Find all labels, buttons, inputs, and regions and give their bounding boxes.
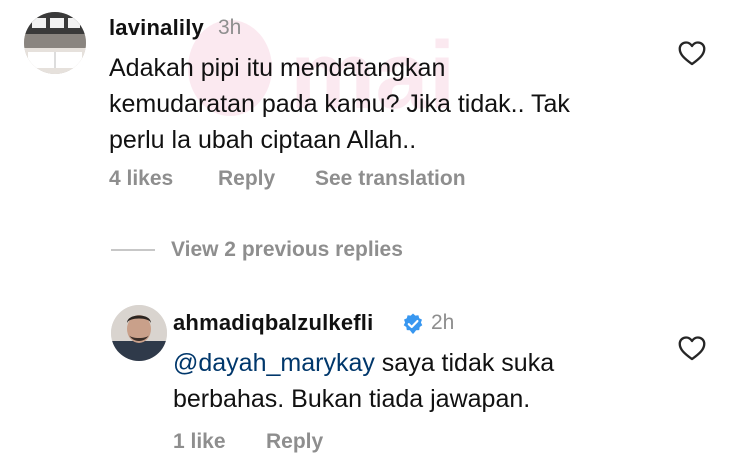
comment-username[interactable]: ahmadiqbalzulkefli (173, 310, 373, 336)
replies-divider-line (111, 249, 155, 251)
avatar[interactable] (111, 305, 167, 361)
comment-timestamp: 3h (218, 16, 242, 39)
view-previous-replies-button[interactable]: View 2 previous replies (171, 238, 403, 262)
comment-timestamp: 2h (431, 311, 455, 334)
comment-line: @dayah_marykay saya tidak suka (173, 345, 554, 381)
see-translation-button[interactable]: See translation (315, 167, 466, 191)
comment-line: kemudaratan pada kamu? Jika tidak.. Tak (109, 90, 570, 118)
avatar-image (24, 12, 86, 74)
comment-line: berbahas. Bukan tiada jawapan. (173, 385, 531, 413)
avatar-image (111, 305, 167, 361)
reply-button[interactable]: Reply (218, 167, 275, 191)
avatar[interactable] (24, 12, 86, 74)
comment-body: Adakah pipi itu mendatangkan kemudaratan… (109, 50, 570, 158)
comment-text: saya tidak suka (374, 349, 555, 377)
likes-count[interactable]: 1 like (173, 430, 226, 454)
comment-line: Adakah pipi itu mendatangkan (109, 54, 446, 82)
likes-count[interactable]: 4 likes (109, 167, 173, 191)
heart-outline-icon[interactable] (678, 335, 706, 361)
comment-username[interactable]: lavinalily (109, 15, 204, 41)
heart-outline-icon[interactable] (678, 40, 706, 66)
comment-body: @dayah_marykay saya tidak suka berbahas.… (173, 345, 554, 417)
comment-line: perlu la ubah ciptaan Allah.. (109, 126, 417, 154)
reply-button[interactable]: Reply (266, 430, 323, 454)
verified-badge-icon (403, 313, 423, 334)
mention-link[interactable]: @dayah_marykay (173, 349, 375, 377)
